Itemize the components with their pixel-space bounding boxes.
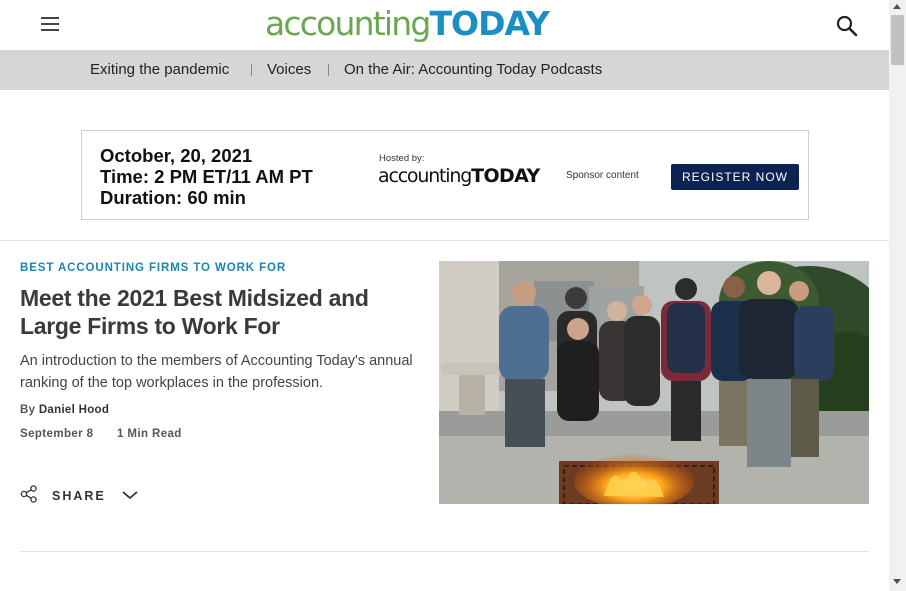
byline-prefix: By <box>20 404 36 416</box>
ad-time: Time: 2 PM ET/11 AM PT <box>100 166 313 187</box>
nav-separator <box>251 64 252 76</box>
nav-item-podcasts[interactable]: On the Air: Accounting Today Podcasts <box>344 50 602 90</box>
ad-date: October, 20, 2021 <box>100 145 253 166</box>
nav-item-voices[interactable]: Voices <box>267 50 311 90</box>
chevron-down-icon[interactable] <box>122 487 138 505</box>
search-icon[interactable] <box>836 15 858 37</box>
site-header: accountingTODAY <box>0 0 889 50</box>
vertical-scrollbar[interactable] <box>889 0 906 591</box>
author-link[interactable]: Daniel Hood <box>39 404 109 416</box>
article-headline[interactable]: Meet the 2021 Best Midsized and Large Fi… <box>20 284 420 340</box>
logo-accounting: accounting <box>265 4 431 43</box>
ad-logo-today: TODAY <box>471 165 540 187</box>
scrollbar-thumb[interactable] <box>891 15 904 65</box>
article-date: September 8 <box>20 428 94 440</box>
share-icon <box>20 484 38 508</box>
section-divider <box>0 240 889 241</box>
article-photo[interactable] <box>439 261 869 504</box>
article-divider <box>20 551 869 552</box>
nav-separator <box>328 64 329 76</box>
topic-nav: Exiting the pandemic Voices On the Air: … <box>0 50 889 90</box>
article-byline: By Daniel Hood <box>20 404 109 416</box>
ad-sponsor-label: Sponsor content <box>566 170 639 181</box>
site-logo[interactable]: accountingTODAY <box>265 4 550 44</box>
scroll-up-arrow-icon[interactable] <box>893 4 901 9</box>
nav-item-exiting-the-pandemic[interactable]: Exiting the pandemic <box>90 50 229 90</box>
webinar-ad-banner[interactable]: October, 20, 2021 Time: 2 PM ET/11 AM PT… <box>81 130 809 220</box>
hamburger-menu-icon[interactable] <box>41 17 59 31</box>
ad-logo-accounting: accounting <box>378 165 472 187</box>
article-dek: An introduction to the members of Accoun… <box>20 353 413 391</box>
ad-event-details: October, 20, 2021 Time: 2 PM ET/11 AM PT… <box>100 145 313 208</box>
scroll-down-arrow-icon[interactable] <box>893 579 901 584</box>
share-button[interactable]: SHARE <box>20 484 138 508</box>
register-now-button[interactable]: REGISTER NOW <box>671 164 799 190</box>
article-kicker[interactable]: BEST ACCOUNTING FIRMS TO WORK FOR <box>20 262 286 274</box>
article-read-time: 1 Min Read <box>117 428 182 440</box>
ad-logo: accountingTODAY <box>378 165 540 187</box>
logo-today: TODAY <box>429 4 550 43</box>
ad-hosted-by: Hosted by: <box>379 153 425 164</box>
share-label: SHARE <box>52 489 106 503</box>
ad-duration: Duration: 60 min <box>100 187 246 208</box>
